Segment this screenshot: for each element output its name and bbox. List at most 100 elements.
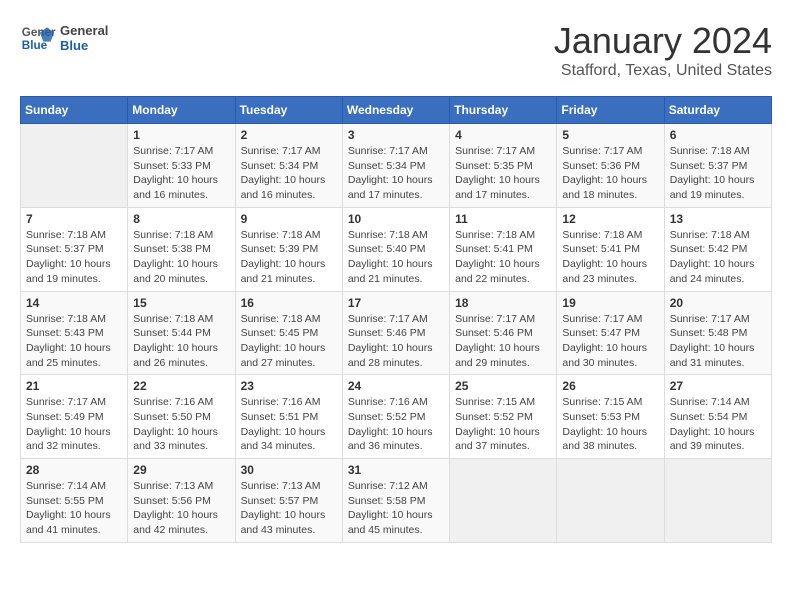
calendar-table: SundayMondayTuesdayWednesdayThursdayFrid… bbox=[20, 96, 772, 543]
day-info: Sunrise: 7:18 AM Sunset: 5:44 PM Dayligh… bbox=[133, 312, 229, 371]
calendar-week-row: 28 Sunrise: 7:14 AM Sunset: 5:55 PM Dayli… bbox=[21, 459, 772, 543]
day-info: Sunrise: 7:18 AM Sunset: 5:37 PM Dayligh… bbox=[670, 144, 766, 203]
header-sunday: Sunday bbox=[21, 97, 128, 124]
day-info: Sunrise: 7:16 AM Sunset: 5:51 PM Dayligh… bbox=[241, 395, 337, 454]
month-title: January 2024 bbox=[554, 20, 772, 62]
calendar-week-row: 21 Sunrise: 7:17 AM Sunset: 5:49 PM Dayli… bbox=[21, 375, 772, 459]
day-info: Sunrise: 7:18 AM Sunset: 5:41 PM Dayligh… bbox=[455, 228, 551, 287]
day-info: Sunrise: 7:17 AM Sunset: 5:46 PM Dayligh… bbox=[348, 312, 444, 371]
day-number: 10 bbox=[348, 212, 444, 226]
day-info: Sunrise: 7:18 AM Sunset: 5:45 PM Dayligh… bbox=[241, 312, 337, 371]
calendar-cell: 14 Sunrise: 7:18 AM Sunset: 5:43 PM Dayli… bbox=[21, 291, 128, 375]
calendar-cell: 20Sunrise: 7:17 AM Sunset: 5:48 PM Dayli… bbox=[664, 291, 771, 375]
calendar-cell: 28 Sunrise: 7:14 AM Sunset: 5:55 PM Dayli… bbox=[21, 459, 128, 543]
calendar-cell bbox=[21, 124, 128, 208]
header-friday: Friday bbox=[557, 97, 664, 124]
calendar-cell: 29 Sunrise: 7:13 AM Sunset: 5:56 PM Dayli… bbox=[128, 459, 235, 543]
day-info: Sunrise: 7:17 AM Sunset: 5:36 PM Dayligh… bbox=[562, 144, 658, 203]
title-block: January 2024 Stafford, Texas, United Sta… bbox=[554, 20, 772, 80]
calendar-cell: 23 Sunrise: 7:16 AM Sunset: 5:51 PM Dayli… bbox=[235, 375, 342, 459]
day-number: 28 bbox=[26, 463, 122, 477]
day-info: Sunrise: 7:17 AM Sunset: 5:34 PM Dayligh… bbox=[241, 144, 337, 203]
day-number: 15 bbox=[133, 296, 229, 310]
logo: General Blue General Blue bbox=[20, 20, 108, 56]
day-info: Sunrise: 7:18 AM Sunset: 5:43 PM Dayligh… bbox=[26, 312, 122, 371]
day-info: Sunrise: 7:18 AM Sunset: 5:38 PM Dayligh… bbox=[133, 228, 229, 287]
calendar-cell: 10Sunrise: 7:18 AM Sunset: 5:40 PM Dayli… bbox=[342, 207, 449, 291]
day-info: Sunrise: 7:16 AM Sunset: 5:50 PM Dayligh… bbox=[133, 395, 229, 454]
calendar-cell: 27Sunrise: 7:14 AM Sunset: 5:54 PM Dayli… bbox=[664, 375, 771, 459]
day-info: Sunrise: 7:17 AM Sunset: 5:35 PM Dayligh… bbox=[455, 144, 551, 203]
calendar-week-row: 1Sunrise: 7:17 AM Sunset: 5:33 PM Daylig… bbox=[21, 124, 772, 208]
day-number: 2 bbox=[241, 128, 337, 142]
day-number: 6 bbox=[670, 128, 766, 142]
calendar-cell: 21 Sunrise: 7:17 AM Sunset: 5:49 PM Dayli… bbox=[21, 375, 128, 459]
calendar-cell: 2 Sunrise: 7:17 AM Sunset: 5:34 PM Daylig… bbox=[235, 124, 342, 208]
calendar-cell: 3 Sunrise: 7:17 AM Sunset: 5:34 PM Daylig… bbox=[342, 124, 449, 208]
header-saturday: Saturday bbox=[664, 97, 771, 124]
day-number: 12 bbox=[562, 212, 658, 226]
day-info: Sunrise: 7:17 AM Sunset: 5:49 PM Dayligh… bbox=[26, 395, 122, 454]
day-number: 1 bbox=[133, 128, 229, 142]
calendar-cell: 24Sunrise: 7:16 AM Sunset: 5:52 PM Dayli… bbox=[342, 375, 449, 459]
day-number: 30 bbox=[241, 463, 337, 477]
header-monday: Monday bbox=[128, 97, 235, 124]
day-number: 29 bbox=[133, 463, 229, 477]
calendar-cell: 22 Sunrise: 7:16 AM Sunset: 5:50 PM Dayli… bbox=[128, 375, 235, 459]
day-number: 14 bbox=[26, 296, 122, 310]
day-number: 22 bbox=[133, 379, 229, 393]
logo-blue: Blue bbox=[60, 38, 108, 53]
calendar-cell: 4Sunrise: 7:17 AM Sunset: 5:35 PM Daylig… bbox=[450, 124, 557, 208]
header-tuesday: Tuesday bbox=[235, 97, 342, 124]
day-info: Sunrise: 7:14 AM Sunset: 5:54 PM Dayligh… bbox=[670, 395, 766, 454]
page-header: General Blue General Blue January 2024 S… bbox=[20, 20, 772, 80]
calendar-cell bbox=[664, 459, 771, 543]
day-info: Sunrise: 7:18 AM Sunset: 5:37 PM Dayligh… bbox=[26, 228, 122, 287]
day-number: 18 bbox=[455, 296, 551, 310]
calendar-header-row: SundayMondayTuesdayWednesdayThursdayFrid… bbox=[21, 97, 772, 124]
calendar-cell: 5Sunrise: 7:17 AM Sunset: 5:36 PM Daylig… bbox=[557, 124, 664, 208]
calendar-cell: 13 Sunrise: 7:18 AM Sunset: 5:42 PM Dayli… bbox=[664, 207, 771, 291]
day-number: 16 bbox=[241, 296, 337, 310]
calendar-cell: 25Sunrise: 7:15 AM Sunset: 5:52 PM Dayli… bbox=[450, 375, 557, 459]
calendar-cell: 19Sunrise: 7:17 AM Sunset: 5:47 PM Dayli… bbox=[557, 291, 664, 375]
calendar-cell: 30Sunrise: 7:13 AM Sunset: 5:57 PM Dayli… bbox=[235, 459, 342, 543]
calendar-week-row: 7 Sunrise: 7:18 AM Sunset: 5:37 PM Daylig… bbox=[21, 207, 772, 291]
calendar-cell: 16 Sunrise: 7:18 AM Sunset: 5:45 PM Dayli… bbox=[235, 291, 342, 375]
day-number: 17 bbox=[348, 296, 444, 310]
day-number: 23 bbox=[241, 379, 337, 393]
logo-icon: General Blue bbox=[20, 20, 56, 56]
day-info: Sunrise: 7:18 AM Sunset: 5:39 PM Dayligh… bbox=[241, 228, 337, 287]
day-number: 25 bbox=[455, 379, 551, 393]
location-title: Stafford, Texas, United States bbox=[554, 62, 772, 80]
calendar-cell: 9 Sunrise: 7:18 AM Sunset: 5:39 PM Daylig… bbox=[235, 207, 342, 291]
day-number: 9 bbox=[241, 212, 337, 226]
day-number: 3 bbox=[348, 128, 444, 142]
calendar-cell: 31 Sunrise: 7:12 AM Sunset: 5:58 PM Dayli… bbox=[342, 459, 449, 543]
calendar-cell: 12 Sunrise: 7:18 AM Sunset: 5:41 PM Dayli… bbox=[557, 207, 664, 291]
day-info: Sunrise: 7:14 AM Sunset: 5:55 PM Dayligh… bbox=[26, 479, 122, 538]
day-info: Sunrise: 7:18 AM Sunset: 5:42 PM Dayligh… bbox=[670, 228, 766, 287]
day-number: 7 bbox=[26, 212, 122, 226]
calendar-cell: 17 Sunrise: 7:17 AM Sunset: 5:46 PM Dayli… bbox=[342, 291, 449, 375]
day-info: Sunrise: 7:17 AM Sunset: 5:48 PM Dayligh… bbox=[670, 312, 766, 371]
day-number: 13 bbox=[670, 212, 766, 226]
calendar-week-row: 14 Sunrise: 7:18 AM Sunset: 5:43 PM Dayli… bbox=[21, 291, 772, 375]
day-info: Sunrise: 7:18 AM Sunset: 5:41 PM Dayligh… bbox=[562, 228, 658, 287]
calendar-cell bbox=[557, 459, 664, 543]
calendar-cell: 26 Sunrise: 7:15 AM Sunset: 5:53 PM Dayli… bbox=[557, 375, 664, 459]
day-number: 31 bbox=[348, 463, 444, 477]
day-info: Sunrise: 7:12 AM Sunset: 5:58 PM Dayligh… bbox=[348, 479, 444, 538]
day-number: 26 bbox=[562, 379, 658, 393]
day-info: Sunrise: 7:13 AM Sunset: 5:56 PM Dayligh… bbox=[133, 479, 229, 538]
calendar-cell bbox=[450, 459, 557, 543]
day-info: Sunrise: 7:15 AM Sunset: 5:53 PM Dayligh… bbox=[562, 395, 658, 454]
day-number: 11 bbox=[455, 212, 551, 226]
calendar-cell: 8Sunrise: 7:18 AM Sunset: 5:38 PM Daylig… bbox=[128, 207, 235, 291]
calendar-cell: 11 Sunrise: 7:18 AM Sunset: 5:41 PM Dayli… bbox=[450, 207, 557, 291]
day-info: Sunrise: 7:16 AM Sunset: 5:52 PM Dayligh… bbox=[348, 395, 444, 454]
day-number: 19 bbox=[562, 296, 658, 310]
day-number: 21 bbox=[26, 379, 122, 393]
day-info: Sunrise: 7:17 AM Sunset: 5:46 PM Dayligh… bbox=[455, 312, 551, 371]
day-info: Sunrise: 7:17 AM Sunset: 5:34 PM Dayligh… bbox=[348, 144, 444, 203]
